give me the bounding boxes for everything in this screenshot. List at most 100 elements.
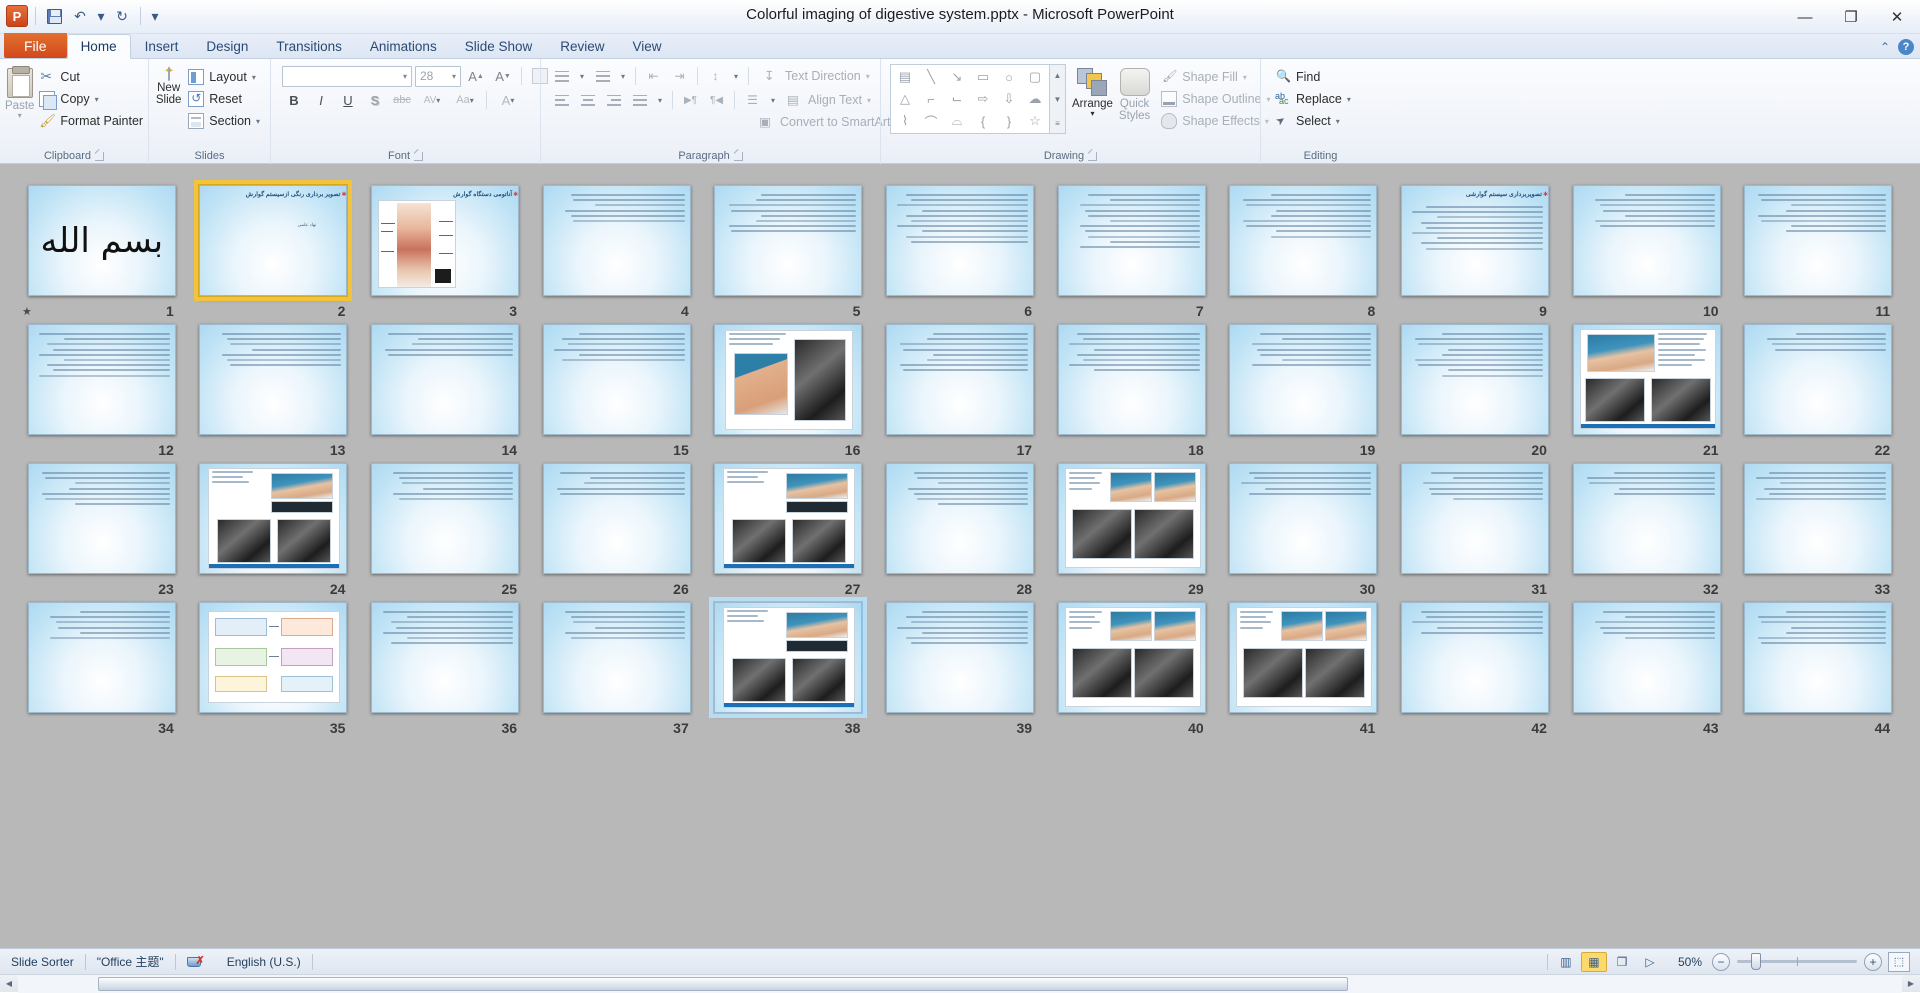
tab-slide-show[interactable]: Slide Show: [451, 33, 547, 58]
slide-cell-15[interactable]: 15: [531, 319, 703, 458]
shapes-grid[interactable]: ▤╲↘▭○▢△⌐⌙⇨⇩☁⌇⌒⌓{}☆: [890, 64, 1050, 134]
slide-cell-26[interactable]: 26: [531, 458, 703, 597]
layout-button[interactable]: Layout ▾: [183, 66, 265, 88]
shape-outline-button[interactable]: Shape Outline ▾: [1156, 88, 1275, 110]
tab-view[interactable]: View: [619, 33, 676, 58]
rtl-direction-button[interactable]: ¶◀: [705, 90, 728, 111]
slide-thumbnail-21[interactable]: [1573, 324, 1721, 435]
shape-item-10[interactable]: ⇩: [996, 88, 1022, 110]
slide-thumbnail-7[interactable]: [1058, 185, 1206, 296]
slide-thumbnail-27[interactable]: [714, 463, 862, 574]
window-controls[interactable]: — ❐ ✕: [1782, 0, 1920, 34]
align-text-button[interactable]: ▤ Align Text ▾: [782, 89, 876, 111]
slide-cell-17[interactable]: 17: [874, 319, 1046, 458]
bold-button[interactable]: B: [282, 89, 306, 111]
save-icon[interactable]: [43, 5, 65, 27]
shape-item-7[interactable]: ⌐: [918, 88, 944, 110]
font-size-combo[interactable]: 28 ▾: [415, 66, 461, 87]
slide-cell-20[interactable]: 20: [1389, 319, 1561, 458]
slide-thumbnail-5[interactable]: [714, 185, 862, 296]
slide-cell-29[interactable]: 29: [1046, 458, 1218, 597]
paragraph-dialog-launcher[interactable]: [734, 152, 743, 161]
close-button[interactable]: ✕: [1874, 0, 1920, 34]
shape-item-1[interactable]: ╲: [918, 66, 944, 88]
slide-thumbnail-6[interactable]: [886, 185, 1034, 296]
shape-item-16[interactable]: }: [996, 110, 1022, 132]
shapes-gallery[interactable]: ▤╲↘▭○▢△⌐⌙⇨⇩☁⌇⌒⌓{}☆ ▲ ▼ ≡: [890, 64, 1066, 134]
slide-cell-9[interactable]: ✱تصویربرداری سیستم گوارشی9: [1389, 180, 1561, 319]
align-center-button[interactable]: [576, 90, 599, 111]
increase-indent-button[interactable]: ⇥: [668, 66, 691, 87]
scroll-right-icon[interactable]: ▶: [1902, 975, 1920, 993]
shape-item-14[interactable]: ⌓: [944, 110, 970, 132]
align-left-button[interactable]: [550, 90, 573, 111]
align-right-button[interactable]: [602, 90, 625, 111]
slide-cell-5[interactable]: 5: [703, 180, 875, 319]
numbering-button[interactable]: [591, 66, 614, 87]
quick-access-toolbar[interactable]: P ↶ ▾ ↻ ▾: [6, 2, 162, 30]
slide-thumbnail-16[interactable]: [714, 324, 862, 435]
powerpoint-logo-icon[interactable]: P: [6, 5, 28, 27]
shape-effects-button[interactable]: Shape Effects ▾: [1156, 110, 1275, 132]
undo-icon[interactable]: ↶: [69, 5, 91, 27]
paste-button[interactable]: Paste ▾: [5, 64, 34, 119]
slide-thumbnail-19[interactable]: [1229, 324, 1377, 435]
slide-cell-19[interactable]: 19: [1217, 319, 1389, 458]
slide-thumbnail-41[interactable]: [1229, 602, 1377, 713]
slide-cell-18[interactable]: 18: [1046, 319, 1218, 458]
slide-cell-39[interactable]: 39: [874, 597, 1046, 736]
shape-item-17[interactable]: ☆: [1022, 110, 1048, 132]
shapes-scrollbar[interactable]: ▲ ▼ ≡: [1050, 64, 1066, 134]
font-dialog-launcher[interactable]: [414, 152, 423, 161]
slide-cell-16[interactable]: 16: [703, 319, 875, 458]
slide-cell-38[interactable]: 38: [703, 597, 875, 736]
shape-item-6[interactable]: △: [892, 88, 918, 110]
slide-cell-28[interactable]: 28: [874, 458, 1046, 597]
zoom-slider-handle[interactable]: [1751, 953, 1761, 970]
quick-styles-button[interactable]: Quick Styles: [1119, 64, 1150, 122]
slide-cell-4[interactable]: 4: [531, 180, 703, 319]
slide-cell-23[interactable]: 23: [16, 458, 188, 597]
copy-button[interactable]: Copy ▾: [34, 88, 148, 110]
columns-dropdown-icon[interactable]: ▾: [767, 90, 779, 111]
slide-cell-8[interactable]: 8: [1217, 180, 1389, 319]
shapes-scroll-up-icon[interactable]: ▲: [1050, 65, 1065, 85]
horizontal-scrollbar[interactable]: ◀ ▶: [0, 974, 1920, 992]
replace-button[interactable]: Replace ▾: [1270, 88, 1356, 110]
new-slide-button[interactable]: ✦ New Slide: [154, 64, 183, 106]
slide-thumbnail-3[interactable]: ✱آناتومی دستگاه گوارش: [371, 185, 519, 296]
normal-view-button[interactable]: ▥: [1553, 952, 1579, 972]
status-theme-name[interactable]: "Office 主题": [86, 949, 175, 975]
minimize-ribbon-icon[interactable]: ⌃: [1880, 40, 1890, 54]
slide-thumbnail-12[interactable]: [28, 324, 176, 435]
slide-cell-6[interactable]: 6: [874, 180, 1046, 319]
slide-thumbnail-23[interactable]: [28, 463, 176, 574]
slide-thumbnail-33[interactable]: [1744, 463, 1892, 574]
slide-thumbnail-2[interactable]: ✱تصویر برداری رنگی ازسیستم گوارشنهاد علم…: [199, 185, 347, 296]
shape-item-12[interactable]: ⌇: [892, 110, 918, 132]
slide-cell-31[interactable]: 31: [1389, 458, 1561, 597]
slide-cell-1[interactable]: بسم الله1★: [16, 180, 188, 319]
restore-button[interactable]: ❐: [1828, 0, 1874, 34]
shape-item-15[interactable]: {: [970, 110, 996, 132]
slide-thumbnail-18[interactable]: [1058, 324, 1206, 435]
zoom-level-label[interactable]: 50%: [1668, 955, 1712, 969]
slide-cell-7[interactable]: 7: [1046, 180, 1218, 319]
fit-to-window-button[interactable]: ⬚: [1888, 952, 1910, 972]
slide-thumbnail-42[interactable]: [1401, 602, 1549, 713]
redo-icon[interactable]: ↻: [111, 5, 133, 27]
arrange-button[interactable]: Arrange ▾: [1072, 64, 1113, 117]
slide-thumbnail-13[interactable]: [199, 324, 347, 435]
text-direction-button[interactable]: ↧ Text Direction ▾: [759, 65, 875, 87]
slide-thumbnail-36[interactable]: [371, 602, 519, 713]
zoom-out-button[interactable]: −: [1712, 953, 1730, 971]
scrollbar-track[interactable]: [18, 975, 1902, 993]
justify-dropdown-icon[interactable]: ▾: [654, 90, 666, 111]
tab-design[interactable]: Design: [192, 33, 262, 58]
slide-thumbnail-11[interactable]: [1744, 185, 1892, 296]
clipboard-dialog-launcher[interactable]: [95, 152, 104, 161]
slide-thumbnail-37[interactable]: [543, 602, 691, 713]
slide-sorter-view-button[interactable]: ▦: [1581, 952, 1607, 972]
zoom-slider[interactable]: [1737, 953, 1857, 971]
slide-cell-24[interactable]: 24: [188, 458, 360, 597]
